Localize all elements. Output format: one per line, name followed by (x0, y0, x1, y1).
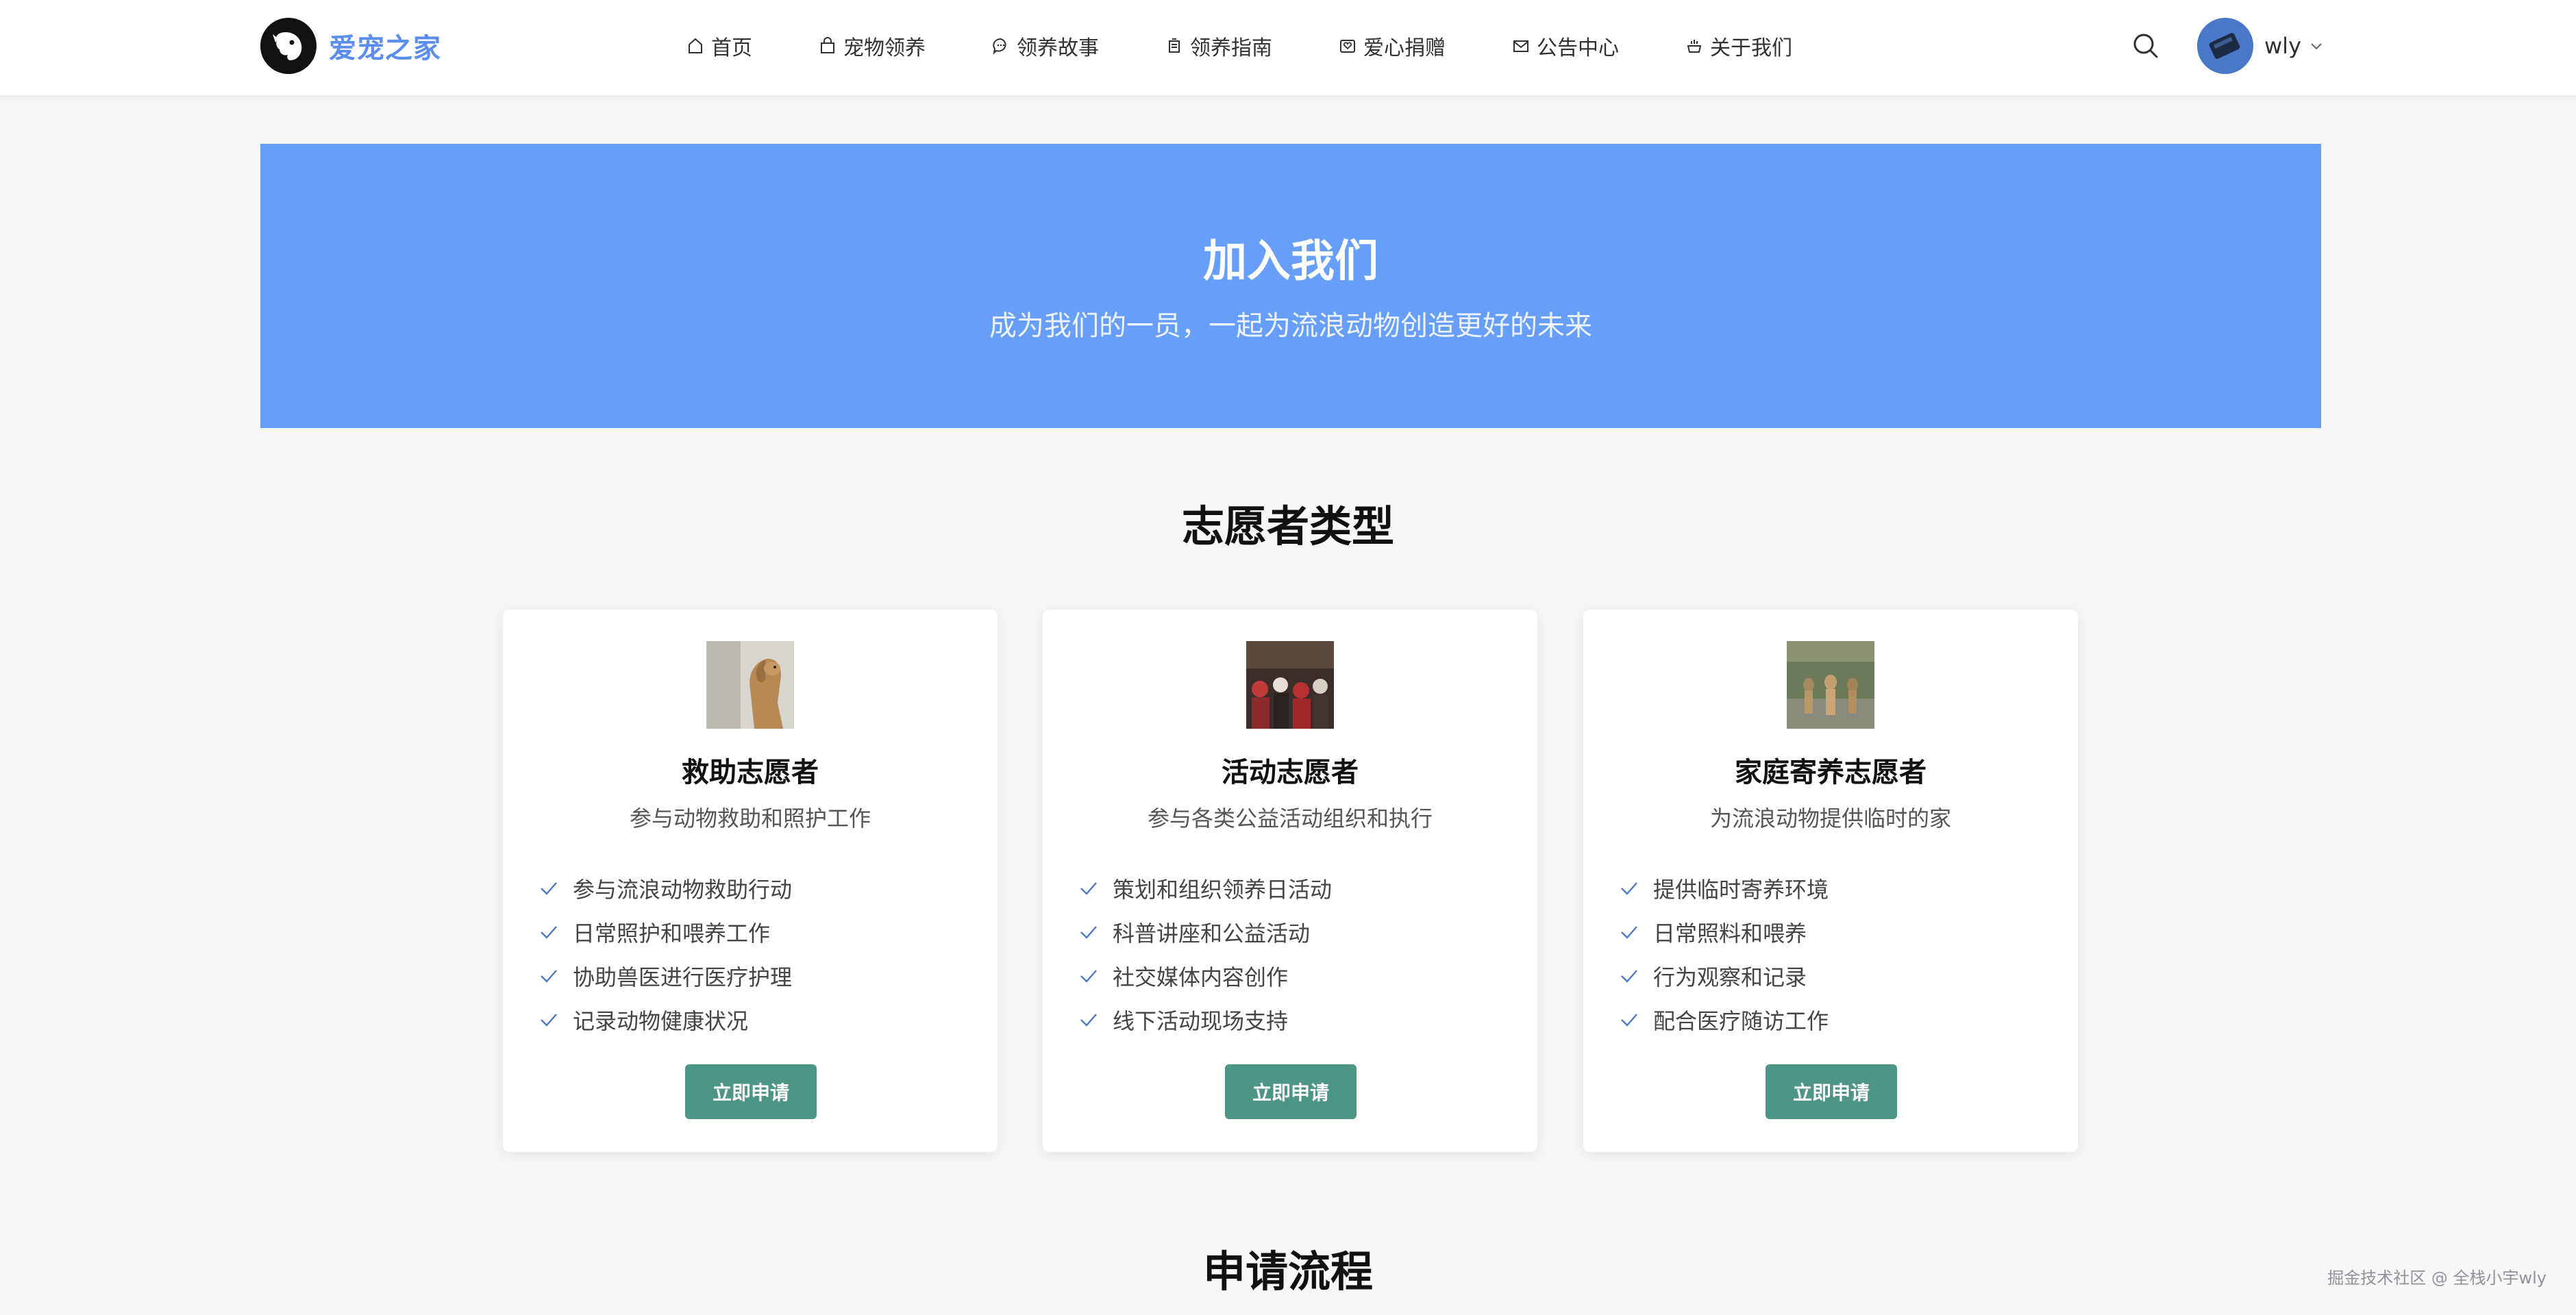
list-item-text: 线下活动现场支持 (1113, 1008, 1289, 1034)
nav-label: 爱心捐赠 (1363, 36, 1446, 60)
list-item: 记录动物健康状况 (537, 998, 792, 1042)
nav-item-stories[interactable]: 领养故事 (991, 31, 1099, 61)
volunteer-card-rescue: 救助志愿者 参与动物救助和照护工作 参与流浪动物救助行动 日常照护和喂养工作 协… (503, 610, 998, 1152)
list-item: 行为观察和记录 (1618, 954, 1829, 998)
nav-item-about[interactable]: 关于我们 (1684, 31, 1792, 61)
list-item: 科普讲座和公益活动 (1077, 910, 1332, 954)
list-item-text: 参与流浪动物救助行动 (573, 877, 793, 903)
list-item: 日常照护和喂养工作 (537, 910, 792, 954)
list-item: 策划和组织领养日活动 (1077, 866, 1332, 910)
check-icon (1621, 1014, 1637, 1027)
list-item-text: 日常照护和喂养工作 (573, 920, 771, 947)
card-duty-list: 策划和组织领养日活动 科普讲座和公益活动 社交媒体内容创作 线下活动现场支持 (1077, 866, 1332, 1042)
card-title: 家庭寄养志愿者 (1735, 757, 1927, 788)
rescue-dog-image (706, 641, 794, 729)
nav-label: 领养指南 (1190, 36, 1272, 60)
check-icon (541, 926, 557, 939)
check-icon (1080, 970, 1097, 983)
about-icon (1684, 36, 1705, 56)
check-icon (541, 970, 557, 983)
check-icon (541, 1014, 557, 1027)
list-item: 社交媒体内容创作 (1077, 954, 1332, 998)
guide-icon (1164, 36, 1185, 56)
nav-label: 关于我们 (1710, 36, 1792, 60)
hero-title: 加入我们 (1203, 236, 1378, 287)
check-icon (1080, 882, 1097, 895)
apply-button[interactable]: 立即申请 (1225, 1064, 1357, 1119)
nav-label: 公告中心 (1537, 36, 1619, 60)
list-item: 协助兽医进行医疗护理 (537, 954, 792, 998)
list-item-text: 提供临时寄养环境 (1653, 877, 1829, 903)
apply-button[interactable]: 立即申请 (685, 1064, 817, 1119)
foster-dogs-image (1787, 641, 1874, 729)
top-header: 爱宠之家 首页 宠物领养 领养故事 领养指南 爱心捐赠 公告中心 关于我们 wl… (0, 0, 2576, 95)
volunteer-card-event: 活动志愿者 参与各类公益活动组织和执行 策划和组织领养日活动 科普讲座和公益活动… (1043, 610, 1537, 1152)
brand-name: 爱宠之家 (329, 33, 441, 64)
user-menu[interactable]: wly (2197, 18, 2325, 74)
card-duty-list: 参与流浪动物救助行动 日常照护和喂养工作 协助兽医进行医疗护理 记录动物健康状况 (537, 866, 792, 1042)
search-icon[interactable] (2131, 31, 2161, 61)
nav-item-home[interactable]: 首页 (685, 31, 752, 61)
check-icon (1621, 970, 1637, 983)
section-title-types: 志愿者类型 (1181, 501, 1394, 551)
card-title: 救助志愿者 (682, 757, 819, 788)
card-description: 为流浪动物提供临时的家 (1709, 805, 1951, 831)
avatar (2197, 18, 2253, 74)
list-item: 提供临时寄养环境 (1618, 866, 1829, 910)
check-icon (541, 882, 557, 895)
list-item-text: 记录动物健康状况 (573, 1008, 749, 1034)
card-duty-list: 提供临时寄养环境 日常照料和喂养 行为观察和记录 配合医疗随访工作 (1618, 866, 1829, 1042)
home-icon (685, 36, 706, 56)
list-item: 配合医疗随访工作 (1618, 998, 1829, 1042)
volunteer-card-foster: 家庭寄养志愿者 为流浪动物提供临时的家 提供临时寄养环境 日常照料和喂养 行为观… (1583, 610, 2078, 1152)
card-title: 活动志愿者 (1222, 757, 1359, 788)
nav-label: 领养故事 (1017, 36, 1099, 60)
list-item-text: 行为观察和记录 (1653, 964, 1807, 990)
event-crowd-image (1246, 641, 1334, 729)
list-item-text: 配合医疗随访工作 (1653, 1008, 1829, 1034)
list-item-text: 科普讲座和公益活动 (1113, 920, 1311, 947)
bag-icon (817, 36, 838, 56)
card-description: 参与各类公益活动组织和执行 (1147, 805, 1433, 831)
chat-icon (991, 36, 1011, 56)
watermark: 掘金技术社区 @ 全栈小宇wly (2327, 1268, 2547, 1288)
check-icon (1080, 1014, 1097, 1027)
nav-item-adopt[interactable]: 宠物领养 (817, 31, 926, 61)
brand-logo[interactable]: 爱宠之家 (260, 18, 441, 74)
apply-button[interactable]: 立即申请 (1766, 1064, 1897, 1119)
card-description: 参与动物救助和照护工作 (629, 805, 871, 831)
list-item: 日常照料和喂养 (1618, 910, 1829, 954)
check-icon (1621, 882, 1637, 895)
list-item-text: 日常照料和喂养 (1653, 920, 1807, 947)
username: wly (2264, 33, 2301, 59)
list-item-text: 协助兽医进行医疗护理 (573, 964, 793, 990)
mail-icon (1511, 36, 1531, 56)
nav-label: 宠物领养 (843, 36, 926, 60)
section-title-process: 申请流程 (1202, 1247, 1373, 1297)
nav-item-donate[interactable]: 爱心捐赠 (1337, 31, 1446, 61)
hero-subtitle: 成为我们的一员，一起为流浪动物创造更好的未来 (989, 310, 1592, 342)
list-item: 参与流浪动物救助行动 (537, 866, 792, 910)
nav-label: 首页 (711, 36, 752, 60)
main-nav: 首页 宠物领养 领养故事 领养指南 爱心捐赠 公告中心 关于我们 (685, 0, 1792, 92)
list-item-text: 社交媒体内容创作 (1113, 964, 1289, 990)
list-item: 线下活动现场支持 (1077, 998, 1332, 1042)
nav-item-notice[interactable]: 公告中心 (1511, 31, 1619, 61)
list-item-text: 策划和组织领养日活动 (1113, 877, 1333, 903)
donate-icon (1337, 36, 1358, 56)
dog-logo-icon (260, 18, 317, 74)
check-icon (1621, 926, 1637, 939)
hero-banner: 加入我们 成为我们的一员，一起为流浪动物创造更好的未来 (260, 144, 2321, 428)
check-icon (1080, 926, 1097, 939)
chevron-down-icon (2311, 43, 2322, 50)
nav-item-guide[interactable]: 领养指南 (1164, 31, 1272, 61)
